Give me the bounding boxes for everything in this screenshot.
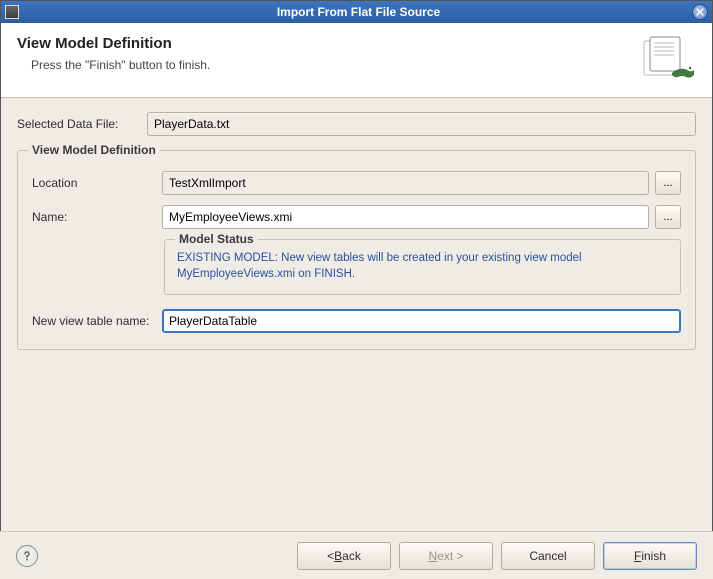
wizard-content: Selected Data File: View Model Definitio… <box>1 98 712 360</box>
selected-file-label: Selected Data File: <box>17 117 147 131</box>
view-model-definition-group: View Model Definition Location ... Name:… <box>17 150 696 350</box>
next-button: Next > <box>399 542 493 570</box>
app-icon <box>5 5 19 19</box>
model-status-text: EXISTING MODEL: New view tables will be … <box>177 250 668 282</box>
finish-button[interactable]: Finish <box>603 542 697 570</box>
name-browse-button[interactable]: ... <box>655 205 681 229</box>
wizard-button-bar: < Back Next > Cancel Finish <box>0 531 713 579</box>
help-button[interactable] <box>16 545 38 567</box>
name-field[interactable] <box>162 205 649 229</box>
new-table-name-label: New view table name: <box>32 314 162 328</box>
model-status-legend: Model Status <box>175 232 258 246</box>
window-title: Import From Flat File Source <box>25 5 692 19</box>
window-close-button[interactable] <box>692 4 708 20</box>
close-icon <box>696 8 704 16</box>
location-browse-button[interactable]: ... <box>655 171 681 195</box>
group-legend: View Model Definition <box>28 143 160 157</box>
selected-file-row: Selected Data File: <box>17 112 696 136</box>
wizard-banner: View Model Definition Press the "Finish"… <box>1 23 712 98</box>
banner-heading: View Model Definition <box>17 35 634 52</box>
banner-subtext: Press the "Finish" button to finish. <box>31 58 634 72</box>
cancel-button[interactable]: Cancel <box>501 542 595 570</box>
help-icon <box>21 550 33 562</box>
back-button[interactable]: < Back <box>297 542 391 570</box>
banner-icon <box>642 35 696 83</box>
model-status-group: Model Status EXISTING MODEL: New view ta… <box>164 239 681 295</box>
name-label: Name: <box>32 210 162 224</box>
location-label: Location <box>32 176 162 190</box>
new-table-name-field[interactable] <box>162 309 681 333</box>
window-titlebar: Import From Flat File Source <box>1 1 712 23</box>
location-field[interactable] <box>162 171 649 195</box>
selected-file-field <box>147 112 696 136</box>
